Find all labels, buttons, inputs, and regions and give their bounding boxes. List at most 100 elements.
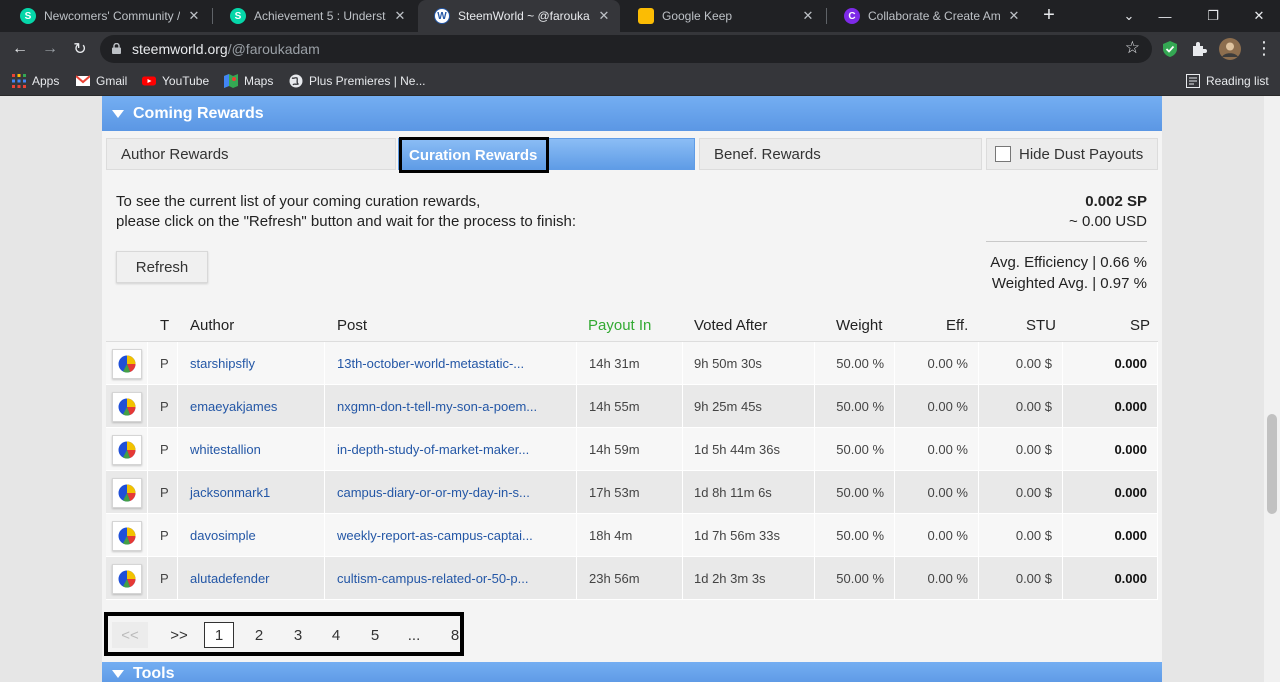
reload-icon[interactable]: ↻ — [68, 37, 92, 61]
row-chart-cell — [106, 385, 148, 428]
row-sp: 0.000 — [1114, 528, 1147, 543]
row-stu: 0.00 $ — [1015, 356, 1052, 371]
pager-prev[interactable]: << — [112, 622, 148, 648]
row-post-link[interactable]: campus-diary-or-or-my-day-in-s... — [337, 485, 530, 500]
row-payout: 17h 53m — [589, 485, 640, 500]
tools-header[interactable]: Tools — [102, 662, 1162, 682]
pager-next[interactable]: >> — [166, 622, 192, 648]
pager-page-4[interactable]: 4 — [323, 622, 349, 648]
pager-page-5[interactable]: 5 — [362, 622, 388, 648]
pager-page-2[interactable]: 2 — [246, 622, 272, 648]
row-post-link[interactable]: nxgmn-don-t-tell-my-son-a-poem... — [337, 399, 537, 414]
bookmark-star-icon[interactable]: ☆ — [1125, 38, 1140, 58]
collapse-triangle-icon — [112, 670, 124, 678]
row-post-link[interactable]: weekly-report-as-campus-captai... — [337, 528, 533, 543]
table-body: Pstarshipsfly 13th-october-world-metastat… — [106, 342, 1158, 600]
bookmark-youtube[interactable]: YouTube — [142, 71, 209, 91]
row-pie-chart-button[interactable] — [111, 391, 142, 422]
pager-page-3[interactable]: 3 — [285, 622, 311, 648]
page-scrollbar[interactable] — [1264, 96, 1280, 682]
bookmark-maps[interactable]: Maps — [224, 71, 273, 91]
coming-rewards-header[interactable]: Coming Rewards — [102, 96, 1162, 131]
row-pie-chart-button[interactable] — [111, 348, 142, 379]
forward-icon[interactable]: → — [38, 37, 62, 61]
window-close-icon[interactable]: ✕ — [1236, 0, 1280, 32]
row-author-link[interactable]: davosimple — [190, 528, 256, 543]
steemit-icon: S — [230, 8, 246, 24]
tab-curation-rewards[interactable]: Curation Rewards — [398, 137, 695, 173]
profile-avatar[interactable] — [1219, 38, 1241, 60]
close-icon[interactable]: ✕ — [186, 8, 202, 24]
row-eff: 0.00 % — [927, 571, 968, 586]
row-eff: 0.00 % — [927, 528, 968, 543]
bookmark-apps[interactable]: Apps — [12, 71, 59, 91]
pie-chart-icon — [118, 355, 136, 373]
efficiency-summary: Avg. Efficiency | 0.66 % Weighted Avg. |… — [990, 254, 1147, 292]
restore-icon[interactable]: ❐ — [1190, 0, 1236, 32]
pager-page-1[interactable]: 1 — [204, 622, 234, 648]
tab-benef-rewards[interactable]: Benef. Rewards — [699, 138, 982, 170]
row-pie-chart-button[interactable] — [111, 477, 142, 508]
shield-extension-icon[interactable] — [1161, 40, 1179, 58]
browser-tab-bar: S Newcomers' Community / Ne ✕ S Achievem… — [0, 0, 1280, 32]
row-voted: 1d 5h 44m 36s — [694, 442, 781, 457]
hide-dust-toggle[interactable]: Hide Dust Payouts — [986, 138, 1158, 170]
page-viewport: Coming Rewards Author Rewards Curation R… — [0, 96, 1264, 682]
row-author-link[interactable]: whitestallion — [190, 442, 261, 457]
reading-list-icon — [1186, 74, 1200, 88]
apps-grid-icon — [12, 74, 26, 88]
row-pie-chart-button[interactable] — [111, 563, 142, 594]
row-post-link[interactable]: in-depth-study-of-market-maker... — [337, 442, 529, 457]
reading-list-button[interactable]: Reading list — [1186, 71, 1269, 91]
close-icon[interactable]: ✕ — [1006, 8, 1022, 24]
row-author-link[interactable]: emaeyakjames — [190, 399, 277, 414]
bookmark-gmail[interactable]: Gmail — [76, 71, 127, 91]
close-icon[interactable]: ✕ — [392, 8, 408, 24]
close-icon[interactable]: ✕ — [800, 8, 816, 24]
youtube-icon — [142, 76, 156, 86]
pager-page-8[interactable]: 8 — [442, 622, 468, 648]
row-author-link[interactable]: alutadefender — [190, 571, 270, 586]
puzzle-extensions-icon[interactable] — [1190, 40, 1208, 58]
browser-tab-google-keep[interactable]: Google Keep ✕ — [622, 0, 824, 32]
browser-tab-newcomers[interactable]: S Newcomers' Community / Ne ✕ — [4, 0, 210, 32]
address-bar[interactable]: steemworld.org/@faroukadam ☆ — [100, 35, 1152, 63]
browser-tab-achievement[interactable]: S Achievement 5 : Understandi ✕ — [214, 0, 416, 32]
row-post-link[interactable]: 13th-october-world-metastatic-... — [337, 356, 524, 371]
browser-tab-steemworld[interactable]: W SteemWorld ~ @faroukadam ✕ — [418, 0, 620, 32]
back-icon[interactable]: ← — [8, 37, 32, 61]
menu-kebab-icon[interactable]: ⋮ — [1255, 39, 1273, 57]
row-weight: 50.00 % — [836, 485, 884, 500]
bookmark-plus-premieres[interactable]: Plus Premieres | Ne... — [289, 71, 425, 91]
pager-ellipsis: ... — [407, 626, 421, 644]
sp-summary: 0.002 SP ~ 0.00 USD — [1069, 193, 1147, 230]
table-row: Palutadefender cultism-campus-related-or-… — [106, 557, 1158, 600]
hide-dust-checkbox[interactable] — [995, 146, 1011, 162]
row-pie-chart-button[interactable] — [111, 434, 142, 465]
close-icon[interactable]: ✕ — [596, 8, 612, 24]
collapse-triangle-icon — [112, 109, 124, 118]
tab-author-rewards[interactable]: Author Rewards — [106, 138, 396, 170]
row-author-link[interactable]: jacksonmark1 — [190, 485, 270, 500]
row-author-link[interactable]: starshipsfly — [190, 356, 255, 371]
row-sp: 0.000 — [1114, 485, 1147, 500]
row-weight: 50.00 % — [836, 356, 884, 371]
pie-chart-icon — [118, 484, 136, 502]
maps-icon — [224, 74, 238, 88]
row-payout: 23h 56m — [589, 571, 640, 586]
row-eff: 0.00 % — [927, 442, 968, 457]
table-row: Pdavosimple weekly-report-as-campus-capta… — [106, 514, 1158, 557]
row-stu: 0.00 $ — [1015, 528, 1052, 543]
row-post-link[interactable]: cultism-campus-related-or-50-p... — [337, 571, 528, 586]
row-pie-chart-button[interactable] — [111, 520, 142, 551]
minimize-icon[interactable]: — — [1142, 0, 1188, 32]
curation-highlight-box: Curation Rewards — [399, 137, 549, 173]
table-row: Pjacksonmark1 campus-diary-or-or-my-day-i… — [106, 471, 1158, 514]
row-voted: 9h 50m 30s — [694, 356, 762, 371]
keep-icon — [638, 8, 654, 24]
browser-tab-canva[interactable]: C Collaborate & Create Amazin ✕ — [828, 0, 1030, 32]
row-t: P — [160, 442, 169, 457]
new-tab-button[interactable]: + — [1038, 4, 1060, 26]
refresh-button[interactable]: Refresh — [116, 251, 208, 283]
page-scrollbar-thumb[interactable] — [1267, 414, 1277, 514]
